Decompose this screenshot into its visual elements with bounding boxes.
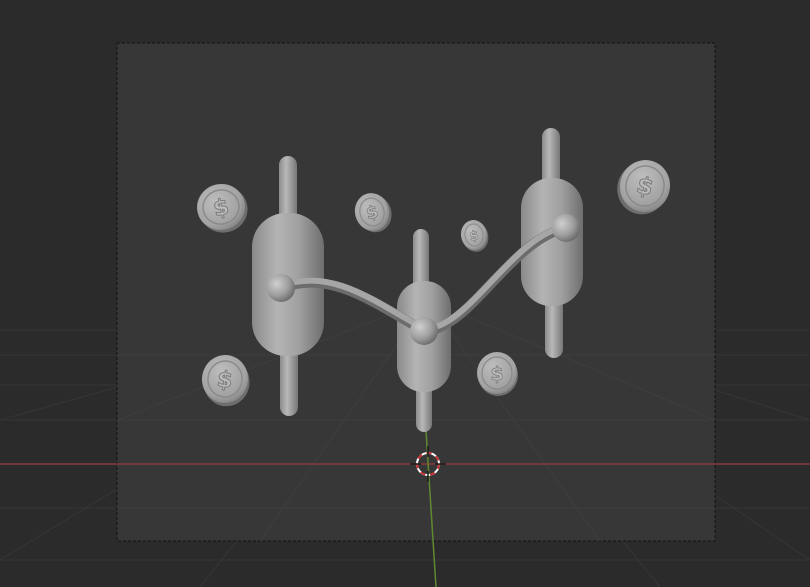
3d-viewport[interactable]: $ $ $ $ $ $ <box>0 0 810 587</box>
trend-node[interactable] <box>552 214 580 242</box>
trend-node[interactable] <box>267 274 295 302</box>
svg-text:$: $ <box>490 363 503 385</box>
trend-node[interactable] <box>410 317 438 345</box>
viewport-canvas[interactable]: $ $ $ $ $ $ <box>0 0 810 587</box>
